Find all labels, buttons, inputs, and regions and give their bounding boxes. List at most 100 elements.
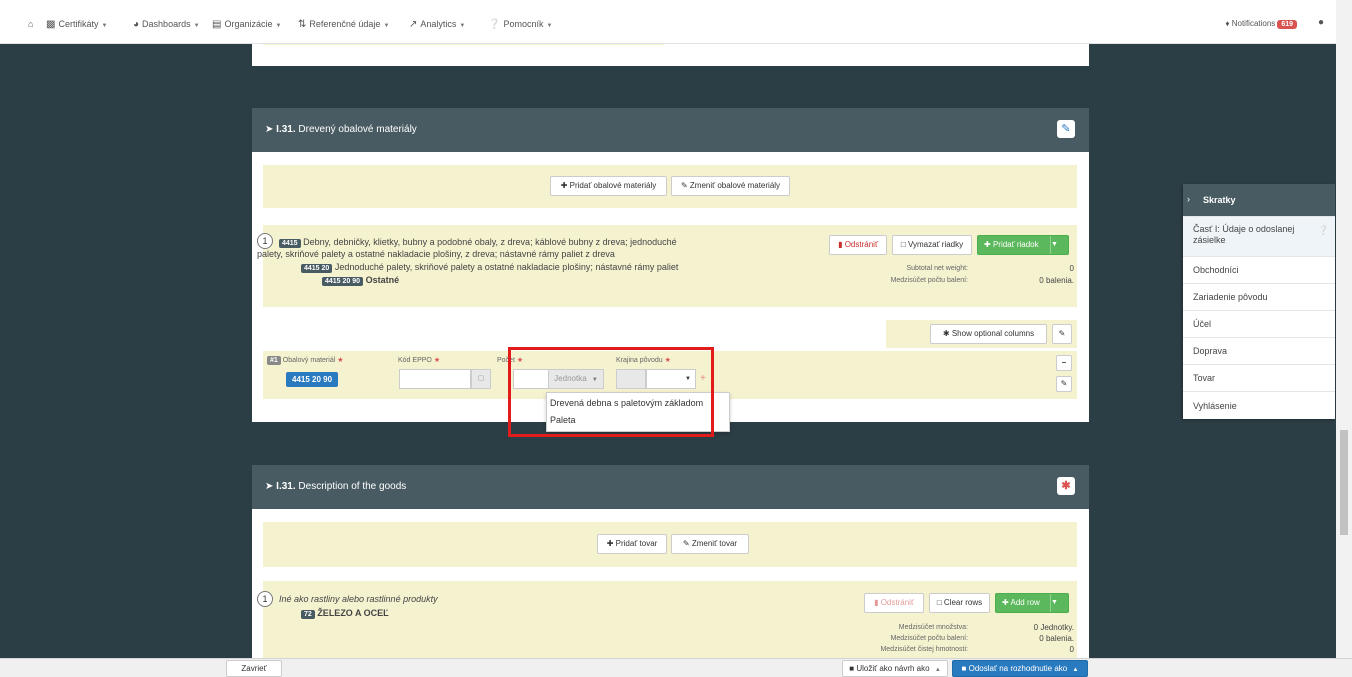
item-category: Iné ako rastliny alebo rastlinné produkt… [279, 594, 438, 604]
caret-down-icon[interactable]: ▼ [1050, 236, 1068, 254]
nav-organizations[interactable]: ▤ Organizácie ▼ [212, 19, 281, 30]
goods-actions: ✚ Pridať tovar ✎ Zmeniť tovar [263, 522, 1077, 567]
pack-value: 0 balenia. [1039, 634, 1074, 643]
square-icon: □ [900, 240, 906, 249]
code-description: ŽELEZO A OCEĽ [317, 608, 389, 618]
optional-columns-bar: ✱ Show optional columns ✎ [886, 320, 1077, 348]
subtotal-pack-label: Medzisúčet počtu balení: [890, 277, 968, 284]
packaging-actions: ✚ Pridať obalové materiály ✎ Zmeniť obal… [263, 165, 1077, 208]
edit-row-button[interactable]: ✎ [1056, 376, 1072, 392]
item-description: Debny, debničky, klietky, bubny a podobn… [303, 237, 677, 247]
show-optional-columns-button[interactable]: ✱ Show optional columns [930, 324, 1047, 344]
scroll-thumb[interactable] [1340, 430, 1348, 535]
notifications-badge: 619 [1277, 20, 1297, 29]
nav-dashboards[interactable]: ◕ Dashboards ▼ [133, 19, 200, 30]
net-label: Medzisúčet čistej hmotnosti: [880, 646, 968, 653]
subtotal-net-value: 0 [1069, 264, 1074, 273]
goods-description-panel: ➤ I.31. Description of the goods ✱ ✚ Pri… [252, 465, 1089, 658]
close-button[interactable]: Zavrieť [226, 660, 282, 677]
sidebar-item-transport[interactable]: Doprava [1183, 337, 1335, 364]
sidebar-item-goods[interactable]: Tovar [1183, 364, 1335, 391]
item-number: 1 [257, 233, 273, 249]
user-icon[interactable]: ● [1318, 17, 1324, 28]
minus-icon: – [1061, 358, 1067, 367]
item-description-2: palety, skriňové palety a ostatné naklad… [257, 249, 615, 259]
edit-columns-button[interactable]: ✎ [1052, 324, 1072, 344]
sidebar-header[interactable]: › Skratky [1183, 184, 1335, 216]
clear-rows-button[interactable]: □ Vymazať riadky [892, 235, 972, 255]
submit-decision-button[interactable]: ■ Odoslať na rozhodnutie ako ▲ [952, 660, 1088, 677]
panel-title[interactable]: ➤ I.31. Description of the goods [265, 481, 406, 492]
square-icon: □ [936, 598, 942, 607]
add-packaging-button[interactable]: ✚ Pridať obalové materiály [550, 176, 667, 196]
top-navbar: ⌂ ▩ Certifikáty ▼ ◕ Dashboards ▼ ▤ Organizáci… [0, 0, 1352, 44]
dashboard-icon: ◕ [133, 19, 140, 30]
sidebar-item-origin-facility[interactable]: Zariadenie pôvodu [1183, 283, 1335, 310]
eppo-label: Kód EPPO [398, 357, 432, 364]
sidebar-item-declaration[interactable]: Vyhlásenie [1183, 391, 1335, 419]
remove-row-button[interactable]: – [1056, 355, 1072, 371]
packaging-item: 1 4415 Debny, debničky, klietky, bubny a… [257, 225, 1077, 307]
qty-label: Medzisúčet množstva: [898, 624, 968, 631]
save-draft-button[interactable]: ■ Uložiť ako návrh ako ▲ [842, 660, 948, 677]
delete-button[interactable]: ▮ Odstrániť [829, 235, 887, 255]
item-number: 1 [257, 591, 273, 607]
sidebar-item-part1[interactable]: Časť I: Údaje o odoslanej zásielke ❔ [1183, 216, 1335, 256]
clear-rows-button[interactable]: □ Clear rows [929, 593, 990, 613]
eppo-input[interactable] [399, 369, 471, 389]
highlight-box [508, 347, 714, 437]
page-scrollbar[interactable] [1336, 0, 1352, 658]
chart-icon: ↗ [409, 19, 418, 30]
bottom-action-bar: Zavrieť ■ Uložiť ako návrh ako ▲ ■ Odosl… [0, 658, 1352, 677]
save-icon: ■ [849, 664, 855, 673]
subsubcode-description: Ostatné [365, 275, 400, 285]
previous-panel [252, 44, 1089, 66]
sidebar-item-traders[interactable]: Obchodníci [1183, 256, 1335, 283]
trash-icon: ▮ [838, 240, 843, 249]
hs-subcode-badge: 4415 20 [301, 264, 333, 273]
notifications-button[interactable]: ♦ Notifications 619 [1225, 19, 1297, 29]
change-packaging-button[interactable]: ✎ Zmeniť obalové materiály [671, 176, 790, 196]
eppo-lookup-button[interactable]: ▢ [471, 369, 491, 389]
material-value[interactable]: 4415 20 90 [286, 372, 339, 387]
info-icon: ❔ [1317, 225, 1329, 235]
bank-icon: ▤ [212, 19, 222, 30]
panel-title[interactable]: ➤ I.31. Drevený obalové materiály [265, 124, 417, 135]
edit-icon[interactable]: ✎ [1057, 120, 1075, 138]
nav-help[interactable]: ❔ Pomocník ▼ [488, 19, 552, 30]
change-goods-button[interactable]: ✎ Zmeniť tovar [671, 534, 749, 554]
subtotal-net-label: Subtotal net weight: [906, 265, 969, 272]
chevron-right-icon: › [1187, 194, 1190, 204]
add-row-button[interactable]: ✚ Pridať riadok ▼ [977, 235, 1069, 255]
subtotal-pack-value: 0 balenia. [1039, 276, 1074, 285]
hs-subsubcode-badge: 4415 20 90 [322, 277, 364, 286]
hs-code-badge: 72 [301, 610, 315, 619]
nav-certificates[interactable]: ▩ Certifikáty ▼ [46, 19, 107, 30]
edit-icon: ✎ [1058, 329, 1066, 338]
panel-header: ➤ I.31. Description of the goods ✱ [252, 465, 1089, 509]
square-icon: ■ [961, 664, 967, 673]
add-goods-button[interactable]: ✚ Pridať tovar [597, 534, 667, 554]
nav-reference-data[interactable]: ⇅ Referenčné údaje ▼ [298, 19, 389, 30]
certificate-icon: ▩ [46, 19, 56, 30]
row-index-badge: #1 [267, 356, 281, 365]
reference-icon: ⇅ [298, 19, 307, 30]
goods-item: 1 Iné ako rastliny alebo rastlinné produ… [257, 581, 1077, 658]
caret-down-icon[interactable]: ▼ [1050, 594, 1068, 612]
pencil-icon: ✎ [1060, 379, 1068, 388]
home-icon[interactable]: ⌂ [28, 19, 33, 29]
trash-icon: ▮ [874, 598, 879, 607]
subcode-description: Jednoduché palety, skriňové palety a ost… [334, 262, 679, 272]
bell-icon: ♦ [1225, 19, 1230, 28]
sidebar-item-purpose[interactable]: Účel [1183, 310, 1335, 337]
panel-header: ➤ I.31. Drevený obalové materiály ✎ [252, 108, 1089, 152]
qty-value: 0 Jednotky. [1033, 623, 1074, 632]
shortcuts-sidebar: › Skratky Časť I: Údaje o odoslanej zási… [1183, 184, 1335, 419]
required-asterisk-icon: ✱ [1057, 477, 1075, 495]
delete-button[interactable]: ▮ Odstrániť [864, 593, 924, 613]
add-row-button[interactable]: ✚ Add row ▼ [995, 593, 1069, 613]
pack-label: Medzisúčet počtu balení: [890, 635, 968, 642]
help-icon: ❔ [488, 19, 501, 30]
hs-code-badge: 4415 [279, 239, 301, 248]
nav-analytics[interactable]: ↗ Analytics ▼ [409, 19, 465, 30]
